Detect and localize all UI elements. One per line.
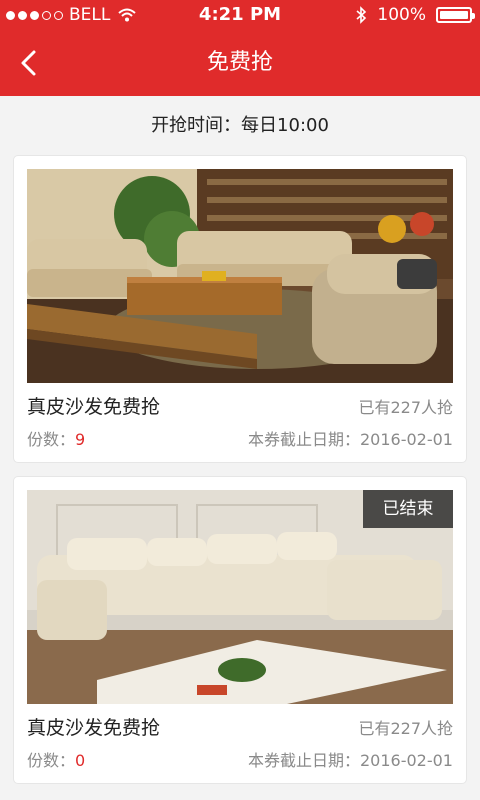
product-title: 真皮沙发免费抢 (27, 717, 161, 739)
battery-percent: 100% (377, 5, 426, 25)
product-image (27, 169, 453, 383)
participant-count: 已有227人抢 (358, 719, 453, 738)
status-bar: BELL 4:21 PM 100% (0, 0, 480, 30)
status-right: 100% (355, 0, 475, 30)
open-time-label: 开抢时间：每日10:00 (151, 115, 329, 136)
quantity-label: 份数： (27, 430, 76, 449)
quantity-value: 9 (75, 430, 86, 449)
bluetooth-icon (356, 6, 367, 24)
navbar: 免费抢 (0, 30, 480, 96)
expire-date: 本券截止日期：2016-02-01 (248, 751, 453, 770)
ended-badge: 已结束 (363, 490, 453, 528)
page-title: 免费抢 (206, 50, 273, 75)
product-image: 已结束 (27, 490, 453, 704)
quantity-value: 0 (75, 751, 86, 770)
battery-icon (436, 7, 475, 23)
product-card[interactable]: 真皮沙发免费抢 已有227人抢 份数：9 本券截止日期：2016-02-01 (14, 156, 466, 462)
quantity: 份数：9 (27, 426, 85, 450)
header-bar: BELL 4:21 PM 100% 免费抢 (0, 0, 480, 96)
participant-count: 已有227人抢 (358, 398, 453, 417)
expire-date: 本券截止日期：2016-02-01 (248, 430, 453, 449)
quantity: 份数：0 (27, 747, 85, 771)
quantity-label: 份数： (27, 751, 76, 770)
product-title: 真皮沙发免费抢 (27, 396, 161, 418)
product-card[interactable]: 已结束 真皮沙发免费抢 已有227人抢 份数：0 本券截止日期：2016-02-… (14, 477, 466, 783)
